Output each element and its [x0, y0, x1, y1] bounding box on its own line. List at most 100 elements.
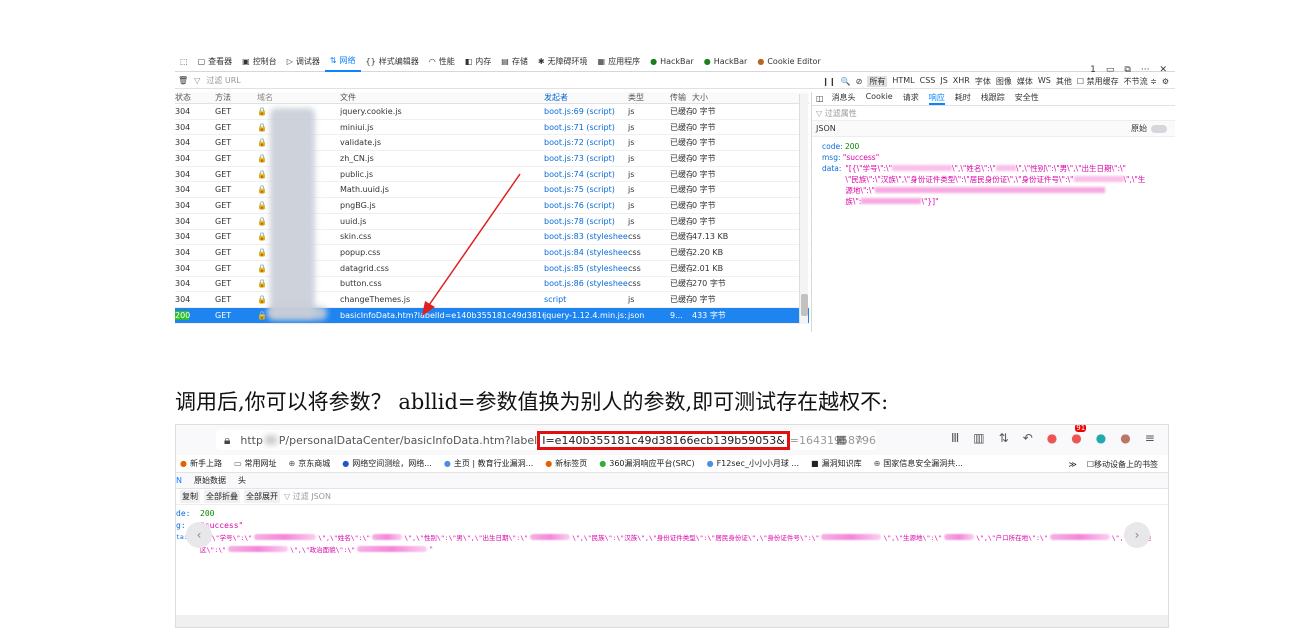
- initiator-cell[interactable]: script: [544, 295, 628, 304]
- raw-toggle[interactable]: 原始: [1131, 123, 1167, 134]
- initiator-cell[interactable]: boot.js:78 (script): [544, 217, 628, 226]
- json-tool-button[interactable]: 全部展开: [244, 490, 280, 503]
- initiator-cell[interactable]: boot.js:69 (script): [544, 107, 628, 116]
- bookmark-item[interactable]: ● 360漏洞响应平台(SRC): [599, 458, 694, 469]
- initiator-cell[interactable]: boot.js:71 (script): [544, 123, 628, 132]
- bookmark-item[interactable]: ● 主页 | 教育行业漏洞...: [444, 458, 533, 469]
- bookmark-item[interactable]: ⊕ 国家信息安全漏洞共...: [874, 458, 963, 469]
- initiator-cell[interactable]: boot.js:75 (script): [544, 185, 628, 194]
- filter-type-js[interactable]: JS: [940, 76, 947, 87]
- filter-url-input[interactable]: 过滤 URL: [206, 75, 240, 86]
- search-icon[interactable]: 🔍: [841, 77, 851, 86]
- devtools-tab-0[interactable]: ▢ 查看器: [193, 52, 238, 72]
- response-tab[interactable]: 消息头: [832, 92, 856, 105]
- bookmark-item[interactable]: ● 网络空间测绘，网络...: [342, 458, 432, 469]
- scrollbar-thumb[interactable]: [801, 294, 808, 316]
- response-filter-input[interactable]: ▽ 过滤属性: [812, 106, 1175, 121]
- devtools-tab-11[interactable]: ● HackBar: [699, 52, 753, 72]
- initiator-cell[interactable]: boot.js:84 (stylesheet): [544, 248, 628, 257]
- bookmarks-overflow-icon[interactable]: ≫: [1068, 460, 1076, 469]
- bookmark-item[interactable]: ▭ 常用网址: [234, 458, 277, 469]
- column-header[interactable]: 方法: [215, 92, 257, 103]
- initiator-cell[interactable]: boot.js:85 (stylesheet): [544, 264, 628, 273]
- initiator-cell[interactable]: boot.js:74 (script): [544, 170, 628, 179]
- filter-type-ws[interactable]: WS: [1038, 76, 1051, 87]
- split-panel-icon[interactable]: ◫: [816, 94, 824, 103]
- response-tab[interactable]: 请求: [903, 92, 919, 105]
- filter-type-所有[interactable]: 所有: [867, 75, 888, 87]
- devtools-tab-7[interactable]: ▤ 存储: [496, 52, 533, 72]
- json-filter-input[interactable]: ▽ 过滤 JSON: [284, 491, 331, 502]
- json-viewer-tab[interactable]: 头: [238, 475, 246, 486]
- initiator-cell[interactable]: boot.js:76 (script): [544, 201, 628, 210]
- initiator-cell[interactable]: boot.js:73 (script): [544, 154, 628, 163]
- bookmark-item[interactable]: ● 新标签页: [545, 458, 587, 469]
- scroll-right-button[interactable]: ›: [1124, 522, 1150, 548]
- sidebar-icon[interactable]: ▥: [973, 431, 984, 445]
- response-tab[interactable]: 安全性: [1015, 92, 1039, 105]
- filter-type-xhr[interactable]: XHR: [953, 76, 970, 87]
- qr-code-icon[interactable]: ▦: [836, 433, 846, 446]
- devtools-tab-4[interactable]: {} 样式编辑器: [361, 52, 424, 72]
- bookmark-star-icon[interactable]: ☆: [854, 433, 864, 446]
- request-scrollbar[interactable]: [799, 94, 808, 324]
- mobile-bookmarks[interactable]: ☐移动设备上的书签: [1087, 459, 1158, 470]
- column-header[interactable]: 类型: [628, 92, 670, 103]
- devtools-tab-6[interactable]: ◧ 内存: [460, 52, 497, 72]
- devtools-tab-1[interactable]: ▣ 控制台: [237, 52, 282, 72]
- undo-icon[interactable]: ↶: [1023, 431, 1033, 445]
- library-icon[interactable]: Ⅲ: [951, 431, 959, 445]
- column-header[interactable]: 文件: [340, 92, 544, 103]
- column-header[interactable]: 发起者: [544, 92, 628, 103]
- devtools-tab-9[interactable]: ▦ 应用程序: [593, 52, 646, 72]
- devtools-tab-8[interactable]: ✱ 无障碍环境: [533, 52, 593, 72]
- addon-red-icon[interactable]: ●: [1047, 431, 1057, 445]
- filter-type-其他[interactable]: 其他: [1056, 76, 1072, 87]
- block-icon[interactable]: ⊘: [856, 77, 863, 86]
- devtools-tab-2[interactable]: ▷ 调试器: [282, 52, 325, 72]
- filter-type-css[interactable]: CSS: [920, 76, 936, 87]
- addon-globe-icon[interactable]: ●: [1096, 431, 1106, 445]
- filter-type-媒体[interactable]: 媒体: [1017, 76, 1033, 87]
- filter-type-html[interactable]: HTML: [892, 76, 914, 87]
- extension-icon[interactable]: ⇅: [999, 431, 1009, 445]
- bookmark-item[interactable]: ⊕ 京东商城: [289, 458, 331, 469]
- initiator-cell[interactable]: boot.js:83 (stylesheet): [544, 232, 628, 241]
- notification-icon[interactable]: ● 91: [1071, 425, 1087, 445]
- scroll-left-button[interactable]: ‹: [186, 522, 212, 548]
- bookmark-item[interactable]: ■ 漏洞知识库: [811, 458, 862, 469]
- cookie-icon[interactable]: ●: [1120, 431, 1130, 445]
- initiator-cell[interactable]: boot.js:86 (stylesheet): [544, 279, 628, 288]
- filter-type-字体[interactable]: 字体: [975, 76, 991, 87]
- json-viewer-tab[interactable]: N: [176, 476, 182, 485]
- filter-type-图像[interactable]: 图像: [996, 76, 1012, 87]
- url-bar[interactable]: 🔒︎ http P/personalDataCenter/basicInfoDa…: [216, 430, 876, 450]
- bookmark-item[interactable]: ● F12sec_小小小月球 ...: [707, 458, 799, 469]
- column-header[interactable]: 大小: [692, 92, 752, 103]
- menu-icon[interactable]: ≡: [1145, 431, 1155, 445]
- bookmark-item[interactable]: ● 新手上路: [180, 458, 222, 469]
- settings-gear-icon[interactable]: ⚙: [1162, 77, 1169, 86]
- json-viewer-tab[interactable]: 原始数据: [194, 475, 226, 486]
- response-tab[interactable]: Cookie: [866, 92, 893, 105]
- initiator-cell[interactable]: boot.js:72 (script): [544, 138, 628, 147]
- devtools-tab-3[interactable]: ⇅ 网络: [324, 52, 361, 72]
- response-tab[interactable]: 响应: [928, 92, 945, 105]
- throttle-select[interactable]: 不节流 ≑: [1124, 76, 1157, 87]
- devtools-tab-12[interactable]: ● Cookie Editor: [752, 52, 825, 72]
- column-header[interactable]: 传输: [670, 92, 692, 103]
- response-tab[interactable]: 栈跟踪: [981, 92, 1005, 105]
- trash-icon[interactable]: 🗑: [178, 76, 188, 85]
- pause-icon[interactable]: ❙❙: [822, 77, 835, 86]
- initiator-cell[interactable]: jquery-1.12.4.min.js:...: [544, 311, 628, 320]
- column-header[interactable]: 域名: [257, 92, 340, 103]
- disable-cache-checkbox[interactable]: ☐ 禁用缓存: [1077, 76, 1119, 87]
- transfer-cell: 已缓存: [670, 248, 692, 258]
- response-tab[interactable]: 耗时: [955, 92, 971, 105]
- column-header[interactable]: 状态: [175, 92, 215, 103]
- devtools-tab-10[interactable]: ● HackBar: [645, 52, 699, 72]
- devtools-tab-5[interactable]: ◠ 性能: [424, 52, 460, 72]
- pick-element-icon[interactable]: ⬚: [175, 52, 193, 72]
- json-tool-button[interactable]: 全部折叠: [204, 490, 240, 503]
- json-tool-button[interactable]: 复制: [180, 490, 200, 503]
